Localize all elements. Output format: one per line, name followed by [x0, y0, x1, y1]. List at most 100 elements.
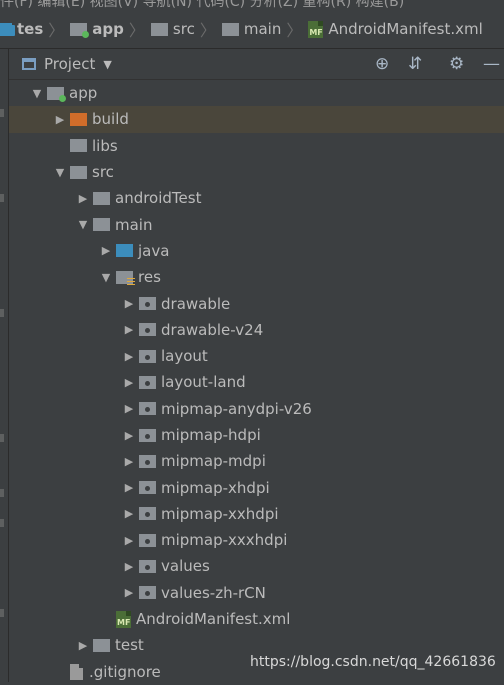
excluded-folder-icon — [70, 112, 87, 126]
collapsed-arrow-icon[interactable]: ▶ — [119, 507, 139, 520]
collapsed-arrow-icon[interactable]: ▶ — [119, 402, 139, 415]
expanded-arrow-icon[interactable]: ▼ — [73, 218, 93, 231]
tree-node-label: mipmap-xxhdpi — [161, 504, 279, 523]
tree-node-label: src — [92, 163, 114, 182]
menu-bar[interactable]: 件(F) 编辑(E) 视图(V) 导航(N) 代码(C) 分析(Z) 重构(R)… — [0, 0, 504, 10]
tree-node[interactable]: ▼ res — [9, 264, 504, 290]
package-folder-icon — [139, 586, 156, 600]
tree-node-label: main — [115, 215, 153, 234]
tree-node[interactable]: ▶ build — [9, 106, 504, 133]
collapsed-arrow-icon[interactable]: ▶ — [119, 534, 139, 547]
breadcrumb-label: app — [92, 20, 124, 38]
breadcrumb: tes 〉 app 〉 src 〉 main 〉 AndroidManifest… — [0, 10, 504, 49]
package-folder-icon — [139, 375, 156, 389]
gear-icon[interactable]: ⚙ — [449, 55, 464, 73]
tree-node[interactable]: ▶ mipmap-xxhdpi — [9, 501, 504, 527]
tree-node[interactable]: ▶ layout-land — [9, 369, 504, 395]
tool-strip-marker[interactable] — [0, 194, 4, 202]
module-folder-icon — [47, 86, 66, 102]
tree-node[interactable]: ▶ layout — [9, 343, 504, 369]
package-folder-icon — [139, 481, 156, 495]
tree-node[interactable]: libs — [9, 133, 504, 159]
collapse-all-icon[interactable]: ⇵ — [408, 55, 422, 73]
collapsed-arrow-icon[interactable]: ▶ — [73, 639, 93, 652]
watermark-url: https://blog.csdn.net/qq_42661836 — [250, 654, 496, 670]
minimize-icon[interactable]: — — [483, 55, 500, 73]
tree-node-label: mipmap-hdpi — [161, 426, 261, 444]
tool-strip-marker[interactable] — [0, 489, 4, 497]
tree-node[interactable]: ▶ values — [9, 553, 504, 579]
tree-node-label: mipmap-xhdpi — [161, 478, 270, 497]
breadcrumb-label: tes — [17, 20, 44, 38]
breadcrumb-main[interactable]: main — [220, 10, 283, 48]
tree-node-label: java — [138, 241, 170, 260]
collapsed-arrow-icon[interactable]: ▶ — [119, 586, 139, 599]
expanded-arrow-icon[interactable]: ▼ — [96, 271, 116, 284]
breadcrumb-app[interactable]: app — [68, 10, 126, 48]
chevron-right-icon: 〉 — [48, 21, 65, 40]
expanded-arrow-icon[interactable]: ▼ — [50, 166, 70, 179]
collapsed-arrow-icon[interactable]: ▶ — [96, 244, 116, 257]
tool-strip-marker[interactable] — [0, 109, 4, 117]
tree-node[interactable]: ▶ drawable-v24 — [9, 317, 504, 343]
module-folder-icon — [70, 22, 90, 38]
collapsed-arrow-icon[interactable]: ▶ — [119, 429, 139, 442]
project-panel: Project ▼ ⊕ ⇵ ⚙ — ▼ app ▶ build libs ▼ src ▶ and… — [8, 49, 504, 682]
tree-node-label: app — [69, 84, 98, 103]
tree-node-label: layout — [161, 347, 208, 366]
tree-node-label: mipmap-mdpi — [161, 452, 266, 471]
tree-node[interactable]: ▶ mipmap-anydpi-v26 — [9, 396, 504, 422]
collapsed-arrow-icon[interactable]: ▶ — [119, 455, 139, 468]
left-tool-strip — [0, 49, 8, 682]
collapsed-arrow-icon[interactable]: ▶ — [119, 350, 139, 363]
tree-node-label: drawable-v24 — [161, 320, 264, 339]
tree-node[interactable]: AndroidManifest.xml — [9, 606, 504, 632]
breadcrumb-label: src — [172, 20, 195, 38]
folder-icon — [221, 22, 239, 36]
chevron-right-icon: 〉 — [199, 21, 216, 40]
collapsed-arrow-icon[interactable]: ▶ — [119, 297, 139, 310]
project-view-icon — [22, 58, 36, 70]
collapsed-arrow-icon[interactable]: ▶ — [73, 192, 93, 205]
tree-node[interactable]: ▶ mipmap-xhdpi — [9, 474, 504, 500]
tool-strip-marker[interactable] — [0, 434, 4, 442]
tree-node-label: layout-land — [161, 373, 246, 392]
menu-bar-text[interactable]: 件(F) 编辑(E) 视图(V) 导航(N) 代码(C) 分析(Z) 重构(R)… — [0, 0, 404, 10]
tree-node[interactable]: ▶ mipmap-mdpi — [9, 448, 504, 474]
folder-icon — [93, 218, 110, 232]
collapsed-arrow-icon[interactable]: ▶ — [119, 376, 139, 389]
collapsed-arrow-icon[interactable]: ▶ — [119, 481, 139, 494]
folder-icon — [93, 638, 110, 652]
tree-node[interactable]: ▼ src — [9, 159, 504, 185]
collapsed-arrow-icon[interactable]: ▶ — [119, 323, 139, 336]
manifest-file-icon — [308, 20, 324, 38]
tool-strip-marker[interactable] — [0, 609, 4, 617]
manifest-file-icon — [116, 610, 131, 628]
tree-node[interactable]: ▶ androidTest — [9, 185, 504, 211]
tree-node[interactable]: ▶ drawable — [9, 290, 504, 316]
breadcrumb-manifest[interactable]: AndroidManifest.xml — [306, 10, 484, 48]
tree-node[interactable]: ▶ mipmap-hdpi — [9, 422, 504, 448]
breadcrumb-src[interactable]: src — [149, 10, 197, 48]
tree-node[interactable]: ▶ java — [9, 238, 504, 264]
breadcrumb-tes[interactable]: tes — [0, 10, 45, 48]
folder-icon — [93, 191, 110, 205]
tree-node[interactable]: ▶ mipmap-xxxhdpi — [9, 527, 504, 553]
tree-node-label: mipmap-xxxhdpi — [161, 531, 288, 550]
expanded-arrow-icon[interactable]: ▼ — [27, 87, 47, 100]
tree-node[interactable]: ▶ values-zh-rCN — [9, 580, 504, 606]
tree-node[interactable]: ▼ app — [9, 80, 504, 106]
tool-strip-marker[interactable] — [0, 309, 4, 317]
tree-node-label: AndroidManifest.xml — [136, 610, 291, 629]
source-folder-icon — [116, 244, 133, 258]
chevron-down-icon[interactable]: ▼ — [103, 58, 111, 71]
collapsed-arrow-icon[interactable]: ▶ — [50, 113, 70, 126]
tool-strip-marker[interactable] — [0, 519, 4, 527]
tree-node[interactable]: ▼ main — [9, 211, 504, 237]
breadcrumb-label: AndroidManifest.xml — [328, 20, 483, 38]
locate-icon[interactable]: ⊕ — [375, 55, 389, 73]
folder-icon — [0, 22, 15, 36]
collapsed-arrow-icon[interactable]: ▶ — [119, 560, 139, 573]
project-tree: ▼ app ▶ build libs ▼ src ▶ androidTest ▼ main ▶ java… — [9, 80, 504, 685]
project-view-selector[interactable]: Project — [44, 55, 95, 73]
